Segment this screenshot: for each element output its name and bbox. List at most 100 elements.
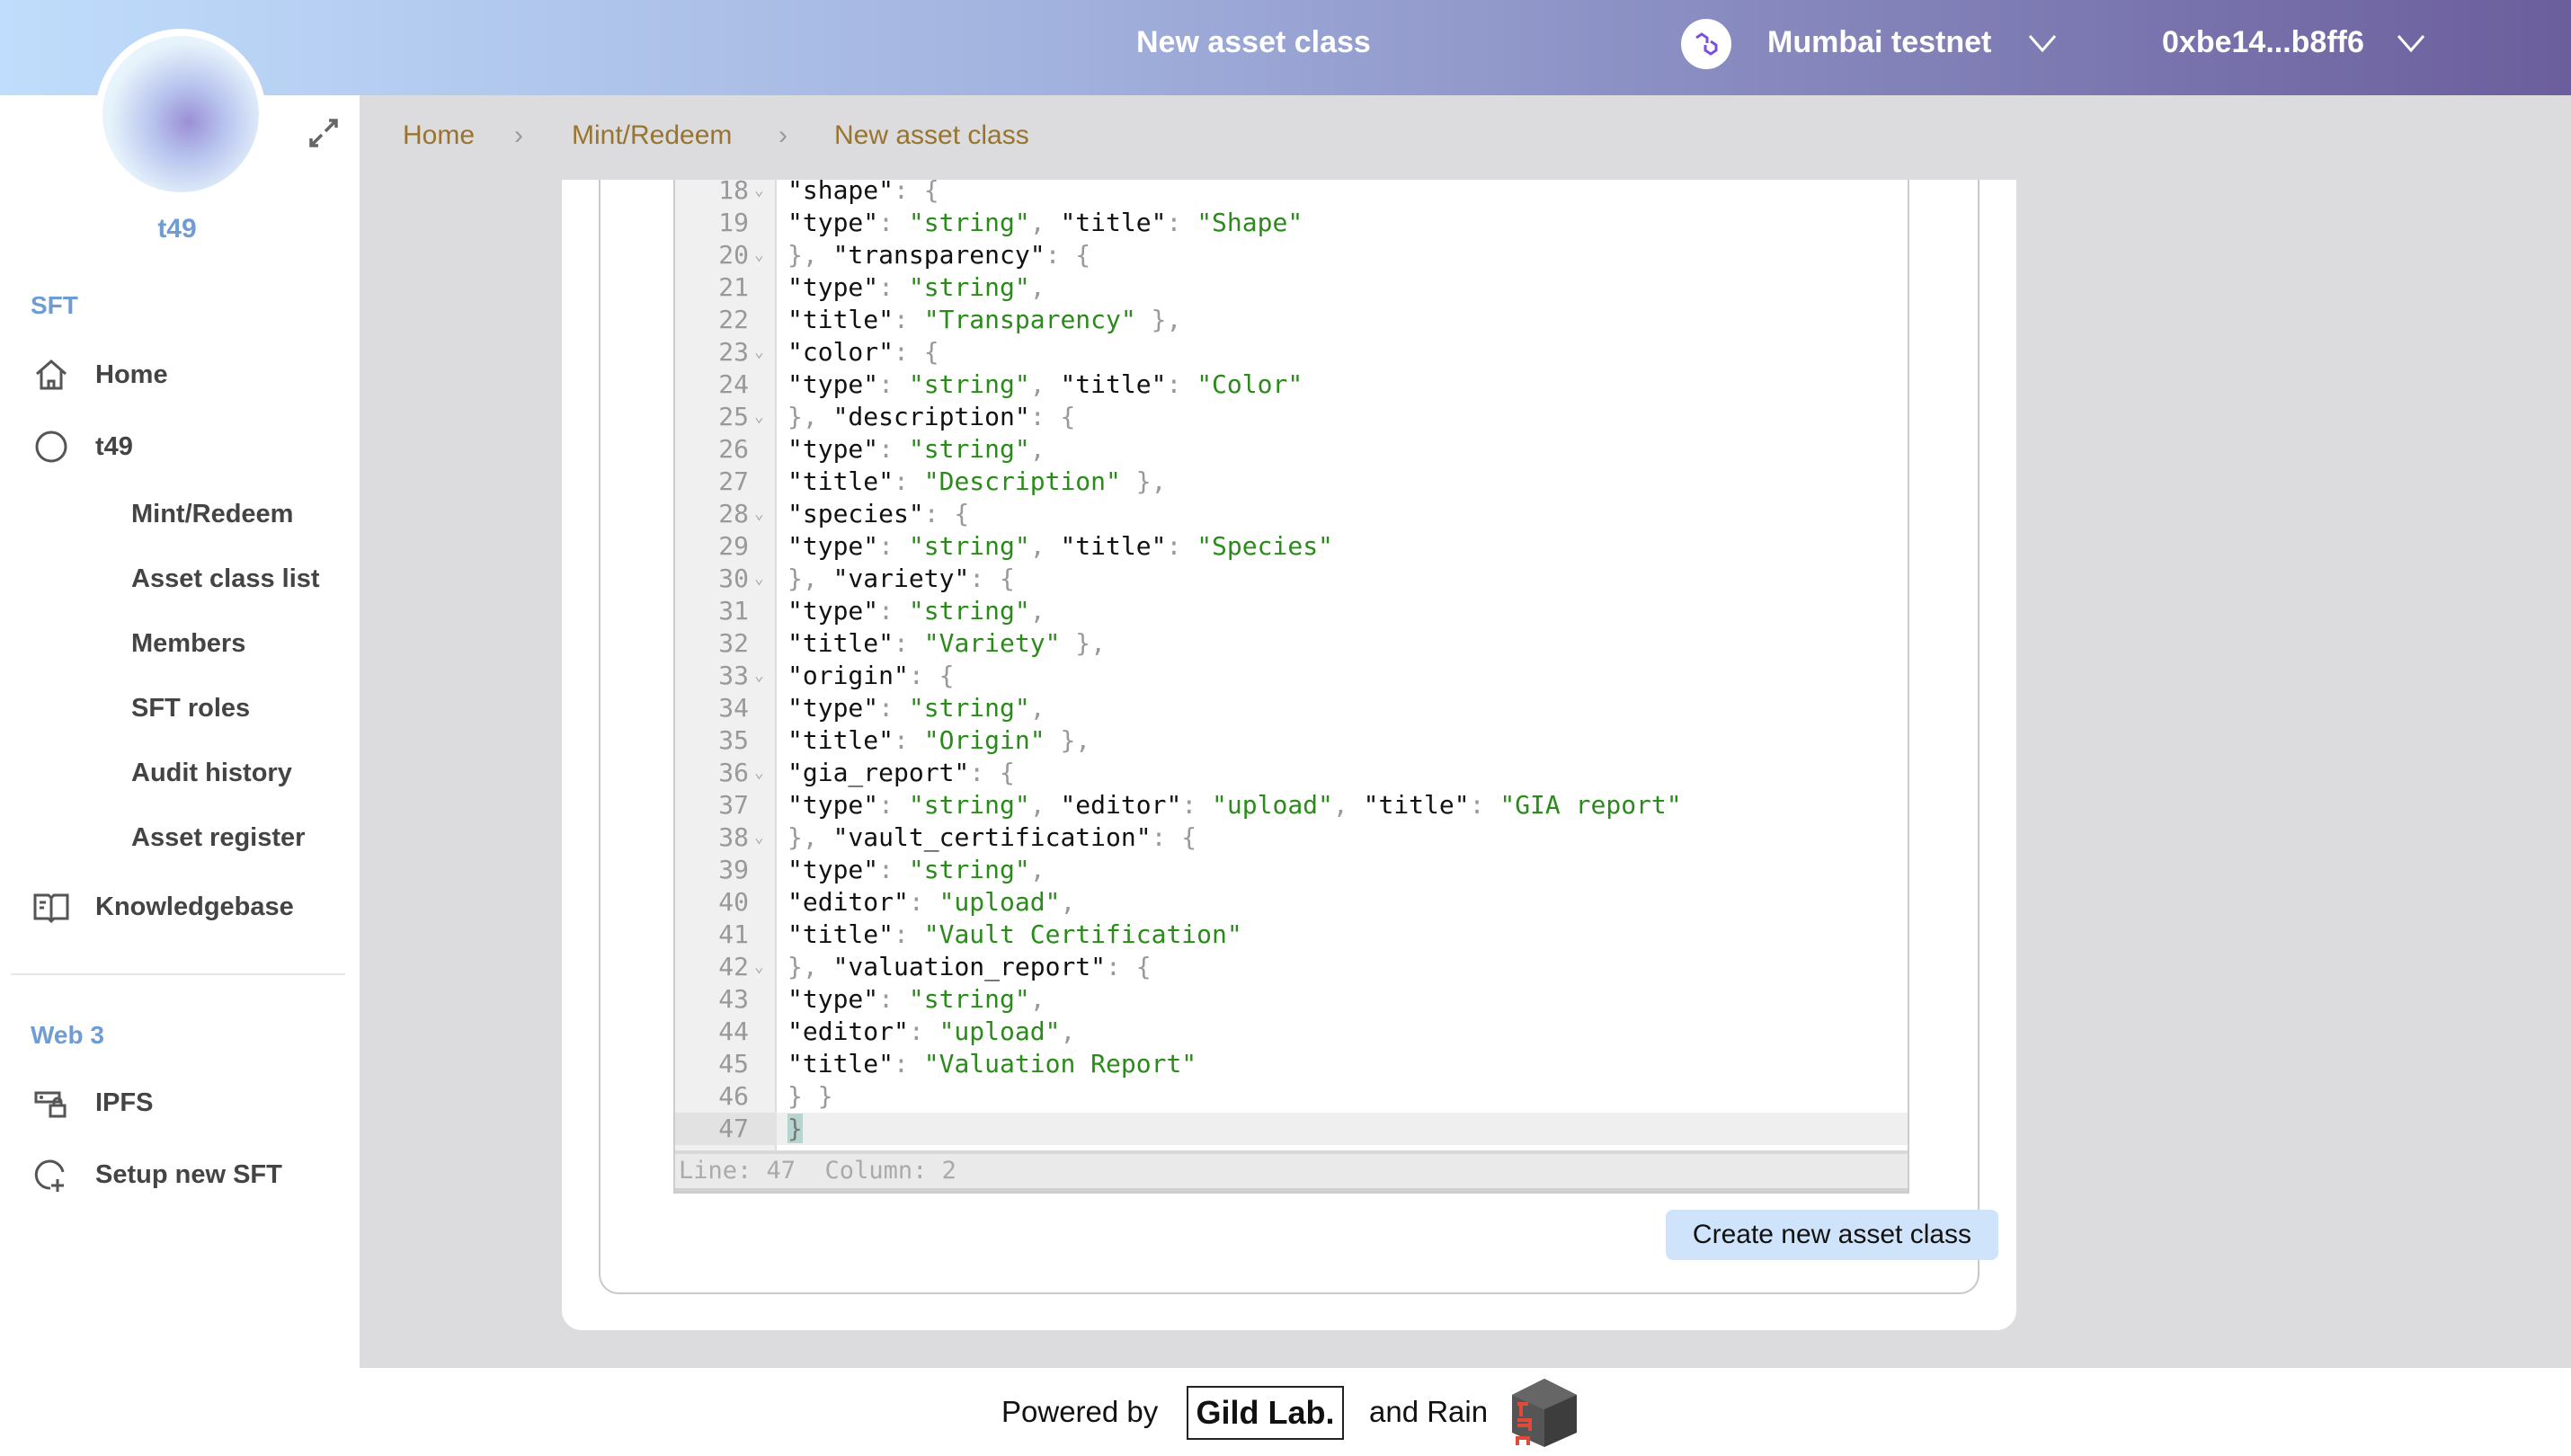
breadcrumb-separator: › [514, 120, 523, 150]
sidebar-item-t49[interactable]: t49 [32, 428, 133, 466]
code-line[interactable]: 30 ⌄}, "variety": { [675, 563, 1908, 595]
fold-toggle-icon[interactable]: ⌄ [754, 660, 764, 692]
fold-toggle-icon[interactable]: ⌄ [754, 498, 764, 530]
code-text: } [787, 1114, 803, 1143]
sidebar-subitem-mint-redeem[interactable]: Mint/Redeem [131, 500, 293, 529]
gild-lab-logo[interactable]: Gild Lab. [1187, 1386, 1344, 1440]
code-text: "species": { [787, 499, 970, 528]
code-line[interactable]: 18 ⌄ "shape": { [675, 174, 1908, 207]
fold-toggle-icon[interactable]: ⌄ [754, 401, 764, 433]
line-number: 37 [718, 790, 749, 820]
code-line[interactable]: 24 "type": "string", "title": "Color" [675, 368, 1908, 401]
code-line[interactable]: 21 "type": "string", [675, 271, 1908, 304]
sidebar-item-label: Knowledgebase [95, 892, 294, 921]
fold-toggle-icon[interactable]: ⌄ [754, 563, 764, 595]
line-number: 36 [718, 758, 749, 787]
code-line[interactable]: 39 "type": "string", [675, 854, 1908, 886]
rain-logo[interactable] [1510, 1377, 1579, 1449]
line-number: 44 [718, 1017, 749, 1046]
code-line[interactable]: 45 "title": "Valuation Report" [675, 1048, 1908, 1080]
wallet-address[interactable]: 0xbe14...b8ff6 [2162, 25, 2364, 60]
breadcrumb-home[interactable]: Home [403, 120, 475, 151]
line-number: 22 [718, 305, 749, 334]
sidebar-item-label: Setup new SFT [95, 1159, 282, 1189]
code-line[interactable]: 44 "editor": "upload", [675, 1016, 1908, 1048]
code-line[interactable]: 28 ⌄ "species": { [675, 498, 1908, 530]
code-line[interactable]: 22 "title": "Transparency" }, [675, 304, 1908, 336]
code-line[interactable]: 35 "title": "Origin" }, [675, 724, 1908, 757]
sidebar-item-knowledgebase[interactable]: Knowledgebase [32, 888, 294, 926]
code-line[interactable]: 32 "title": "Variety" }, [675, 627, 1908, 660]
code-text: } } [787, 1081, 833, 1111]
form-panel: 18 ⌄ "shape": {19 "type": "string", "title"… [599, 175, 1998, 1294]
sidebar-item-setup-new-sft[interactable]: Setup new SFT [32, 1156, 282, 1194]
code-line[interactable]: 46} } [675, 1080, 1908, 1113]
code-line[interactable]: 29 "type": "string", "title": "Species" [675, 530, 1908, 563]
code-text: }, "transparency": { [787, 240, 1091, 270]
code-line[interactable]: 19 "type": "string", "title": "Shape" [675, 207, 1908, 239]
line-number: 38 [718, 822, 749, 852]
code-text: "title": "Variety" }, [787, 628, 1107, 658]
fold-toggle-icon[interactable]: ⌄ [754, 951, 764, 983]
line-number: 26 [718, 434, 749, 464]
json-editor[interactable]: 18 ⌄ "shape": {19 "type": "string", "title"… [673, 175, 1909, 1194]
code-line[interactable]: 37 "type": "string", "editor": "upload", … [675, 789, 1908, 821]
line-number: 18 [718, 175, 749, 205]
sidebar-subitem-audit-history[interactable]: Audit history [131, 759, 292, 788]
sidebar-subitem-asset-register[interactable]: Asset register [131, 823, 305, 853]
code-line[interactable]: 36 ⌄ "gia_report": { [675, 757, 1908, 789]
sidebar-subitem-sft-roles[interactable]: SFT roles [131, 694, 250, 724]
line-number: 33 [718, 661, 749, 690]
code-line[interactable]: 47} [675, 1113, 1908, 1145]
line-number: 45 [718, 1049, 749, 1079]
fold-toggle-icon[interactable]: ⌄ [754, 336, 764, 368]
fold-toggle-icon[interactable]: ⌄ [754, 821, 764, 854]
code-text: "gia_report": { [787, 758, 1015, 787]
code-line[interactable]: 20 ⌄ }, "transparency": { [675, 239, 1908, 271]
sidebar-subitem-members[interactable]: Members [131, 629, 245, 659]
code-line[interactable]: 41 "title": "Vault Certification" [675, 919, 1908, 951]
code-line[interactable]: 26 "type": "string", [675, 433, 1908, 466]
code-line[interactable]: 34 "type": "string", [675, 692, 1908, 724]
sidebar-item-label: Home [95, 360, 168, 389]
circle-icon [35, 431, 67, 463]
home-icon [36, 360, 67, 390]
line-number: 28 [718, 499, 749, 528]
line-number: 27 [718, 466, 749, 496]
expand-icon[interactable] [306, 115, 342, 151]
code-line[interactable]: 38 ⌄}, "vault_certification": { [675, 821, 1908, 854]
code-text: "color": { [787, 337, 939, 367]
line-number: 20 [718, 240, 749, 270]
fold-toggle-icon[interactable]: ⌄ [754, 239, 764, 271]
line-number: 43 [718, 984, 749, 1014]
code-line[interactable]: 40 "editor": "upload", [675, 886, 1908, 919]
code-text: "title": "Valuation Report" [787, 1049, 1197, 1079]
breadcrumb-mint-redeem[interactable]: Mint/Redeem [572, 120, 732, 151]
code-line[interactable]: 23 ⌄ "color": { [675, 336, 1908, 368]
create-asset-class-button[interactable]: Create new asset class [1666, 1210, 1998, 1260]
polygon-icon [1681, 19, 1731, 69]
line-number: 40 [718, 887, 749, 917]
user-name: t49 [157, 214, 197, 244]
chevron-down-icon[interactable] [2026, 27, 2059, 59]
code-line[interactable]: 31 "type": "string", [675, 595, 1908, 627]
line-number: 25 [718, 402, 749, 431]
section-sft: SFT [31, 291, 78, 319]
code-text: "type": "string", [787, 855, 1045, 884]
code-line[interactable]: 43 "type": "string", [675, 983, 1908, 1016]
sidebar-subitem-asset-class-list[interactable]: Asset class list [131, 564, 320, 594]
code-line[interactable]: 33 ⌄ "origin": { [675, 660, 1908, 692]
sidebar-item-ipfs[interactable]: IPFS [32, 1084, 153, 1122]
code-line[interactable]: 27 "title": "Description" }, [675, 466, 1908, 498]
code-text: "origin": { [787, 661, 955, 690]
code-text: "title": "Vault Certification" [787, 919, 1242, 949]
chevron-down-icon[interactable] [2395, 27, 2427, 59]
sidebar-item-home[interactable]: Home [32, 356, 168, 394]
network-selector[interactable]: Mumbai testnet [1767, 25, 1991, 60]
breadcrumb-current: New asset class [834, 120, 1029, 150]
code-line[interactable]: 42 ⌄}, "valuation_report": { [675, 951, 1908, 983]
sidebar-item-label: IPFS [95, 1088, 154, 1117]
fold-toggle-icon[interactable]: ⌄ [754, 174, 764, 207]
code-line[interactable]: 25 ⌄}, "description": { [675, 401, 1908, 433]
fold-toggle-icon[interactable]: ⌄ [754, 757, 764, 789]
